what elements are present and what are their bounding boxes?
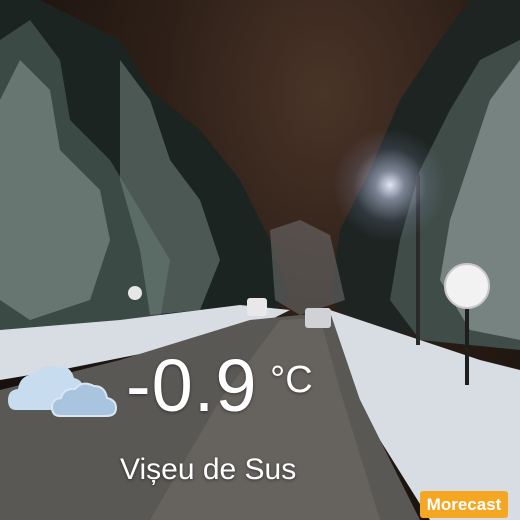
street-lamp-glow (330, 130, 450, 240)
temperature-value: -0.9 (126, 344, 258, 427)
cloudy-icon (8, 366, 118, 417)
morecast-logo-badge[interactable]: Morecast (420, 491, 508, 518)
snowy-forest-road-scene (0, 0, 520, 520)
temperature-unit: °C (270, 359, 313, 401)
background-photo (0, 0, 520, 520)
current-weather: -0.9 °C (8, 346, 328, 432)
location-name: Vișeu de Sus (120, 453, 297, 486)
